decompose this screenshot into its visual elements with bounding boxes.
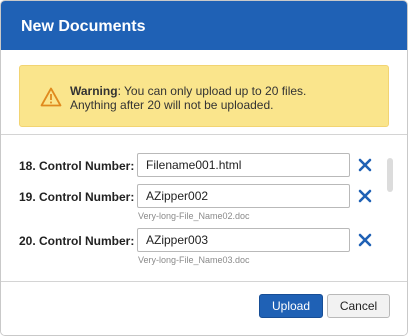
divider [1,134,407,135]
remove-x-icon[interactable] [358,158,372,172]
source-filename: Very-long-File_Name02.doc [138,211,250,221]
control-number-input[interactable] [137,153,350,177]
dialog-body: Warning: You can only upload up to 20 fi… [1,50,407,281]
control-number-label: 19. Control Number: [19,190,135,204]
warning-triangle-icon [40,87,62,107]
upload-button[interactable]: Upload [259,294,323,318]
control-number-label: 20. Control Number: [19,234,135,248]
remove-x-icon[interactable] [358,189,372,203]
cancel-button[interactable]: Cancel [327,294,390,318]
control-number-input[interactable] [137,184,350,208]
dialog-footer: Upload Cancel [1,281,407,335]
source-filename: Very-long-File_Name03.doc [138,255,250,265]
dialog-header: New Documents [1,1,407,50]
new-documents-dialog: New Documents Warning: You can only uplo… [0,0,408,336]
control-number-label: 18. Control Number: [19,159,135,173]
warning-line-1: : You can only upload up to 20 files. [117,84,307,98]
warning-banner: Warning: You can only upload up to 20 fi… [19,65,389,127]
warning-line-2: Anything after 20 will not be uploaded. [70,98,274,112]
scrollbar-thumb[interactable] [387,158,393,192]
warning-label: Warning [70,84,118,98]
control-number-input[interactable] [137,228,350,252]
dialog-title: New Documents [21,18,146,35]
remove-x-icon[interactable] [358,233,372,247]
warning-message: Warning: You can only upload up to 20 fi… [70,84,380,112]
